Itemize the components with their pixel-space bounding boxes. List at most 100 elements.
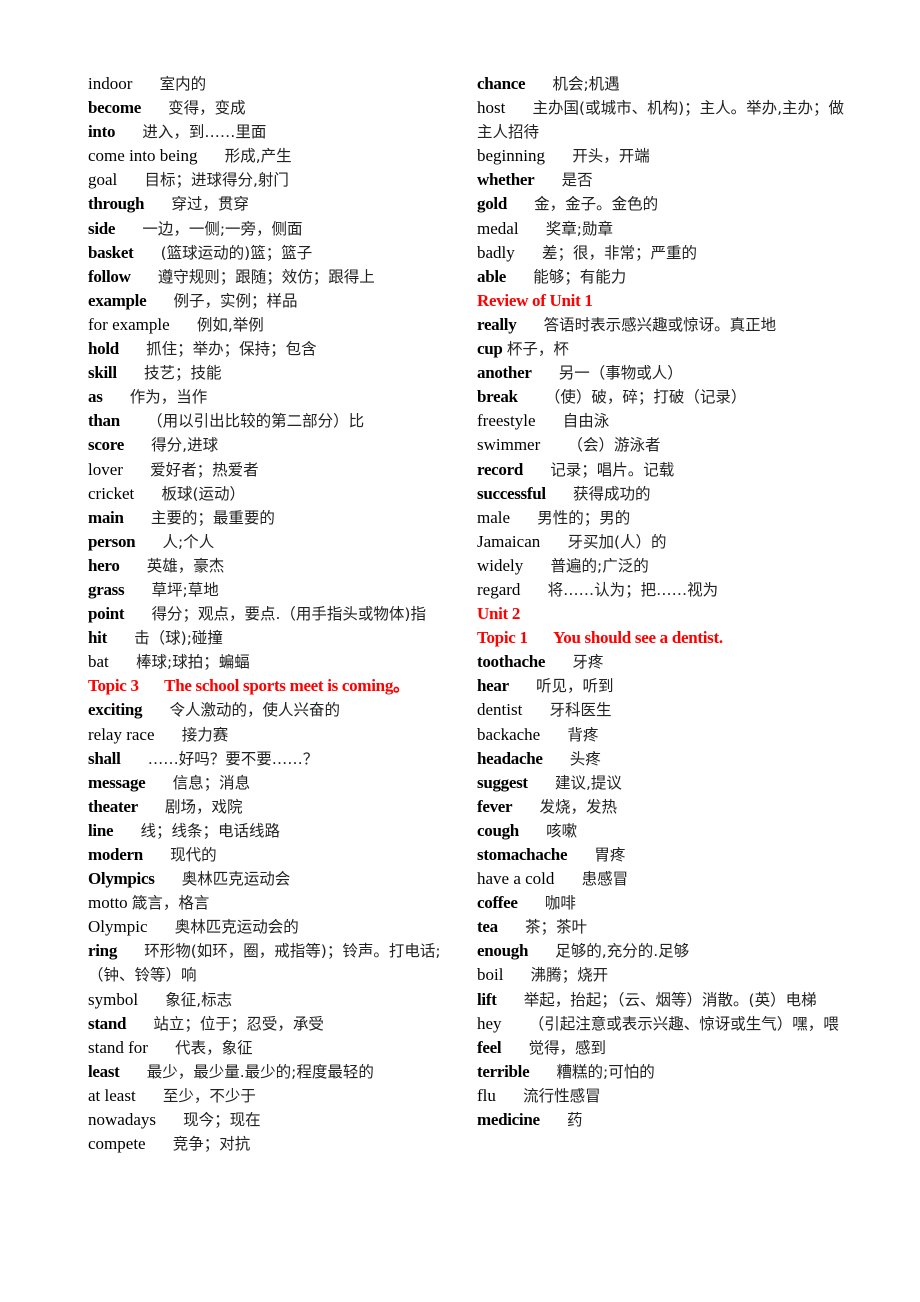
vocab-word: host (477, 98, 506, 118)
vocab-definition: 头疼 (569, 749, 601, 768)
vocab-definition: 觉得，感到 (528, 1038, 606, 1057)
vocab-word: come into being (88, 146, 198, 166)
vocab-word: male (477, 507, 511, 527)
vocab-definition: 棒球;球拍；蝙蝠 (135, 653, 250, 672)
vocab-entry: widely 普遍的;广泛的 (477, 554, 847, 578)
vocab-entry: hold 抓住；举办；保持；包含 (88, 337, 458, 361)
vocab-entry: swimmer （会）游泳者 (477, 433, 847, 457)
vocab-definition: 例如,举例 (196, 315, 264, 334)
vocab-definition: 最少，最少量.最少的;程度最轻的 (146, 1062, 374, 1081)
vocab-definition: 沸腾；烧开 (530, 966, 609, 985)
vocab-word: symbol (88, 989, 139, 1009)
vocab-entry: at least 至少，不少于 (88, 1084, 458, 1108)
vocab-word: cup (477, 339, 503, 359)
vocab-entry: successful 获得成功的 (477, 482, 847, 506)
vocab-word: beginning (477, 146, 545, 166)
vocab-definition: 技艺；技能 (143, 364, 222, 383)
vocab-word: bat (88, 652, 109, 672)
vocab-definition: 代表，象征 (175, 1038, 253, 1057)
vocab-word: main (88, 507, 124, 527)
section-heading: Review of Unit 1 (477, 289, 847, 313)
vocab-definition: 现今；现在 (183, 1111, 261, 1130)
vocab-definition: 药 (566, 1111, 583, 1130)
vocab-word: feel (477, 1037, 502, 1057)
vocab-entry: hit 击（球);碰撞 (88, 626, 458, 650)
vocab-word: hold (88, 339, 119, 359)
vocab-word: modern (88, 845, 143, 864)
vocab-entry: beginning 开头，开端 (477, 144, 847, 168)
section-heading: Unit 2 (477, 602, 847, 626)
vocab-word: boil (477, 965, 504, 985)
vocab-word: stomachache (477, 845, 568, 864)
vocab-word: whether (477, 170, 535, 190)
vocab-definition: （使）破，碎；打破（记录） (544, 388, 747, 407)
vocab-word: as (88, 387, 103, 407)
vocab-entry: boil 沸腾；烧开 (477, 963, 847, 987)
vocab-entry: whether 是否 (477, 168, 847, 192)
vocab-definition: 穿过，贯穿 (171, 195, 249, 214)
section-heading: Topic 3 The school sports meet is coming。 (88, 674, 458, 698)
vocab-definition: 男性的；男的 (537, 508, 631, 527)
vocab-entry: have a cold 患感冒 (477, 867, 847, 891)
vocab-definition: 线；线条；电话线路 (140, 821, 280, 840)
vocab-definition: 剧场，戏院 (165, 797, 243, 816)
vocab-definition: 机会;机遇 (552, 75, 620, 93)
vocab-definition: （会）游泳者 (567, 436, 661, 455)
vocab-entry: Olympics 奥林匹克运动会 (88, 867, 458, 891)
vocab-definition: 奥林匹克运动会的 (174, 918, 299, 937)
vocab-definition: 记录；唱片。记载 (550, 460, 675, 479)
vocab-definition: 答语时表示感兴趣或惊讶。真正地 (543, 315, 777, 334)
vocab-word: toothache (477, 652, 546, 672)
vocab-word: regard (477, 579, 521, 599)
vocab-entry: theater 剧场，戏院 (88, 795, 458, 819)
vocab-entry: main 主要的；最重要的 (88, 506, 458, 530)
vocab-entry: grass 草坪;草地 (88, 578, 458, 602)
vocab-definition: 室内的 (159, 75, 207, 93)
vocab-word: terrible (477, 1061, 530, 1081)
vocab-entry: gold 金，金子。金色的 (477, 192, 847, 216)
vocab-word: tea (477, 917, 498, 937)
vocab-entry: symbol 象征,标志 (88, 988, 458, 1012)
vocab-definition: 咳嗽 (546, 821, 578, 840)
vocab-definition: （用以引出比较的第二部分）比 (147, 412, 365, 431)
vocab-entry: into 进入，到……里面 (88, 120, 458, 144)
vocab-word: message (88, 772, 146, 792)
vocab-definition: 足够的,充分的.足够 (555, 942, 690, 961)
vocab-entry: lift 举起，抬起；（云、烟等）消散。(英）电梯 (477, 988, 847, 1012)
vocab-word: coffee (477, 893, 518, 913)
vocab-entry: flu 流行性感冒 (477, 1084, 847, 1108)
vocab-word: relay race (88, 724, 155, 744)
vocab-entry: stand for 代表，象征 (88, 1036, 458, 1060)
section-label: Unit 2 (477, 604, 521, 624)
vocab-definition: 形成,产生 (224, 147, 292, 166)
vocab-definition: 得分；观点，要点.（用手指头或物体)指 (151, 605, 426, 624)
vocab-entry: goal 目标；进球得分,射门 (88, 168, 458, 192)
vocab-word: fever (477, 796, 513, 816)
vocab-word: hero (88, 555, 120, 575)
vocab-entry: dentist 牙科医生 (477, 698, 847, 722)
vocab-entry: modern 现代的 (88, 843, 458, 867)
vocab-word: indoor (88, 74, 133, 93)
vocab-word: cough (477, 820, 519, 840)
vocab-definition: 普遍的;广泛的 (550, 556, 649, 575)
vocab-word: compete (88, 1134, 146, 1154)
vocab-definition: 草坪;草地 (151, 580, 219, 599)
vocab-entry: ring 环形物(如环，圈，戒指等)；铃声。打电话;（钟、铃等）响 (88, 939, 458, 987)
vocab-definition: ……好吗？要不要……？ (147, 749, 319, 768)
vocab-word: lift (477, 989, 497, 1009)
vocab-definition: 爱好者；热爱者 (150, 460, 259, 479)
vocab-entry: stand 站立；位于；忍受，承受 (88, 1012, 458, 1036)
vocab-definition: 牙买加(人）的 (567, 532, 667, 551)
vocab-word: at least (88, 1085, 136, 1105)
section-label: Topic 3 (88, 676, 139, 696)
vocab-column-right: chance 机会;机遇 host 主办国(或城市、机构)；主人。举办,主办；做主人招… (477, 72, 847, 1132)
vocab-word: nowadays (88, 1110, 156, 1130)
vocab-definition: 杯子，杯 (506, 340, 569, 359)
vocab-entry: lover 爱好者；热爱者 (88, 458, 458, 482)
vocab-definition: 茶；茶叶 (525, 918, 588, 937)
vocab-word: dentist (477, 700, 523, 720)
vocab-word: backache (477, 724, 541, 744)
vocab-entry: backache 背疼 (477, 723, 847, 747)
vocab-word: another (477, 363, 532, 383)
vocab-definition: 牙科医生 (549, 701, 612, 720)
